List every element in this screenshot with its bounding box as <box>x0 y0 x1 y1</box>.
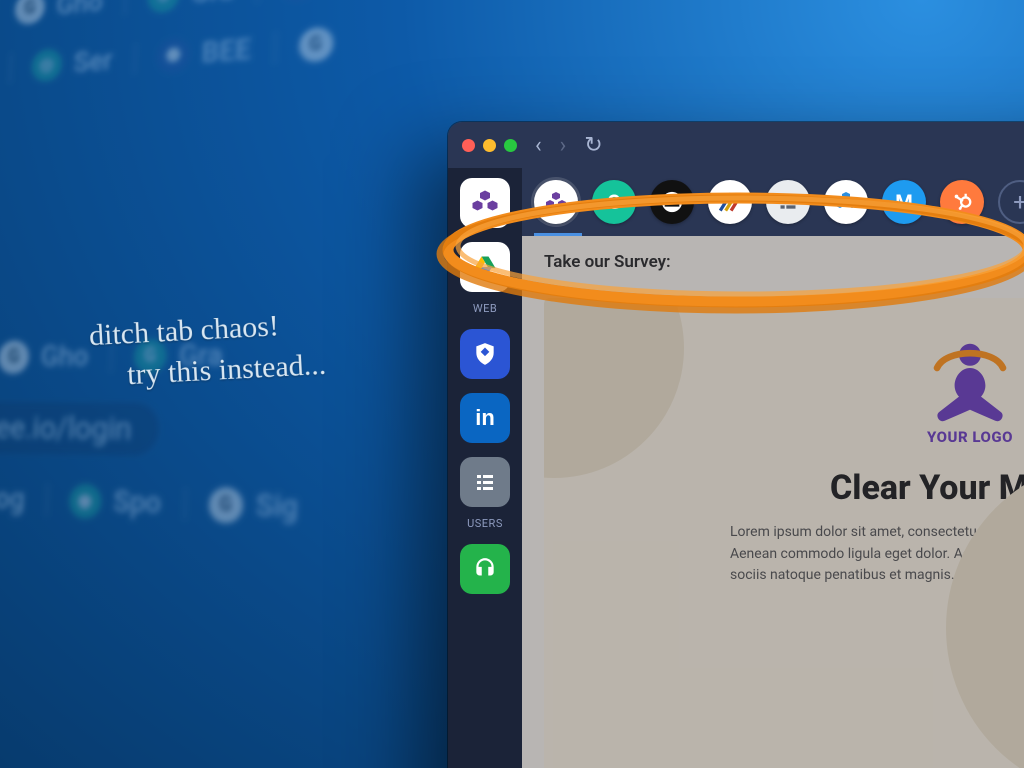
headset-icon <box>472 556 498 582</box>
tab-cubes[interactable] <box>534 180 578 224</box>
sidebar-item-linkedin[interactable]: in <box>460 393 510 443</box>
cubes-icon <box>544 190 568 214</box>
sidebar: WEB in USERS <box>448 168 522 768</box>
nav-back-button[interactable]: ‹ <box>535 133 542 158</box>
letter-m-icon: M <box>895 190 913 214</box>
list-icon <box>778 192 798 212</box>
sprocket-icon <box>951 191 973 213</box>
traffic-lights <box>462 139 517 152</box>
minimize-window-button[interactable] <box>483 139 496 152</box>
cubes-icon <box>470 188 500 218</box>
letter-g-icon: G <box>607 190 621 214</box>
sidebar-item-workspace[interactable] <box>460 178 510 228</box>
app-window: ‹ › ↻ WEB in USERS <box>448 122 1024 768</box>
shield-icon <box>472 341 498 367</box>
content-area: Take our Survey: YOUR LOGO Clear Your Mi… <box>522 236 1024 768</box>
tab-hubspot[interactable] <box>940 180 984 224</box>
tab-mail[interactable] <box>650 180 694 224</box>
nav-reload-button[interactable]: ↻ <box>584 133 602 158</box>
tab-list[interactable] <box>766 180 810 224</box>
tab-stripes[interactable] <box>708 180 752 224</box>
title-bar: ‹ › ↻ <box>448 122 1024 168</box>
tab-grammarly[interactable]: G <box>592 180 636 224</box>
envelope-icon <box>661 191 683 213</box>
sidebar-item-list[interactable] <box>460 457 510 507</box>
tab-m[interactable]: M <box>882 180 926 224</box>
cubes-icon <box>834 190 858 214</box>
sidebar-item-drive[interactable] <box>460 242 510 292</box>
sidebar-item-shield[interactable] <box>460 329 510 379</box>
plus-icon: + <box>1013 188 1024 216</box>
add-tab-button[interactable]: + <box>998 180 1024 224</box>
tab-cubes-blue[interactable] <box>824 180 868 224</box>
sidebar-label-users: USERS <box>467 517 503 530</box>
drive-icon <box>471 253 499 281</box>
linkedin-icon: in <box>475 405 495 431</box>
promo-handwriting: ditch tab chaos! try this instead... <box>88 304 327 397</box>
close-window-button[interactable] <box>462 139 475 152</box>
nav-forward-button[interactable]: › <box>560 133 567 158</box>
stripes-icon <box>717 189 743 215</box>
zoom-window-button[interactable] <box>504 139 517 152</box>
list-icon <box>473 470 497 494</box>
tab-strip: G M + <box>522 168 1024 236</box>
sidebar-label-web: WEB <box>473 302 497 315</box>
background-url: pro.beefree.io/login <box>0 401 160 456</box>
content-dim-overlay <box>522 236 1024 768</box>
sidebar-item-support[interactable] <box>460 544 510 594</box>
